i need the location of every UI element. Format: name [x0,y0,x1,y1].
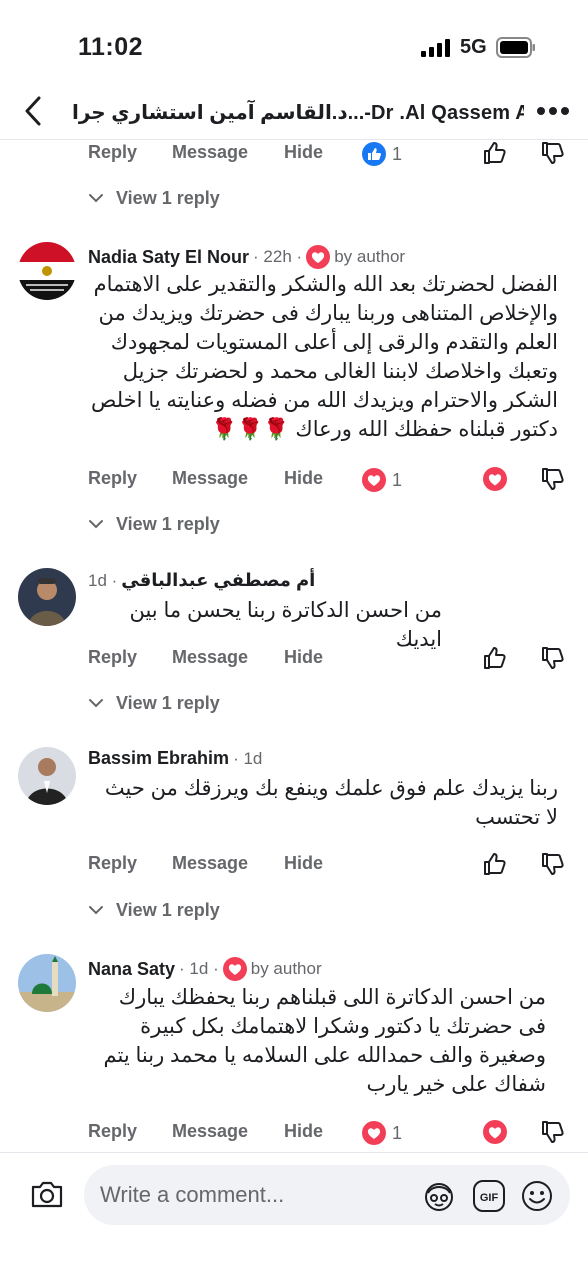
thumb-down-icon[interactable] [540,1119,566,1145]
comment-time: · 1d · [179,959,219,978]
comment-actions: Reply Message Hide 1 [0,460,588,500]
chevron-down-icon [89,906,103,915]
thumb-down-icon[interactable] [540,851,566,877]
comment-time: · 22h · [253,247,303,266]
view-replies-label: View 1 reply [116,187,220,208]
more-icon[interactable] [536,106,570,116]
message-button[interactable]: Message [172,1121,248,1142]
comment-meta: Bassim Ebrahim · 1d [88,748,262,769]
avatar[interactable] [18,747,76,805]
comment-meta: Nadia Saty El Nour · 22h · by author [88,245,405,269]
commenter-name[interactable]: Nadia Saty El Nour [88,247,249,268]
chevron-down-icon [89,520,103,529]
thumb-down-icon[interactable] [540,140,566,166]
commenter-name[interactable]: أم مصطفي عبدالباقي [121,570,315,591]
thumb-down-icon[interactable] [540,466,566,492]
comment-body: الفضل لحضرتك بعد الله والشكر والتقدير عل… [91,273,558,441]
commenter-name[interactable]: Nana Saty [88,959,175,980]
avatar[interactable] [18,242,76,300]
view-replies-link[interactable]: View 1 reply [88,183,220,213]
network-label: 5G [460,36,487,58]
hide-button[interactable]: Hide [284,853,323,874]
post-header: د.القاسم آمين استشاري جرا...-Dr .Al Qass… [0,84,588,140]
reaction-count: 1 [392,1122,403,1143]
hide-button[interactable]: Hide [284,647,323,668]
reply-button[interactable]: Reply [88,647,137,668]
comment-actions: Reply Message Hide [0,639,588,679]
thumb-up-icon[interactable] [482,140,508,166]
comment-meta: 1d · أم مصطفي عبدالباقي [88,570,315,591]
reaction-count: 1 [392,469,403,490]
comment-text: الفضل لحضرتك بعد الله والشكر والتقدير عل… [88,270,558,444]
love-icon [306,245,331,269]
status-bar: 11:02 5G [0,0,588,84]
rose-emoji: 🌹🌹🌹 [211,418,290,441]
author-tag: by author [334,247,406,266]
battery-icon [496,37,535,58]
view-replies-link[interactable]: View 1 reply [88,688,220,718]
view-replies-label: View 1 reply [116,513,220,534]
page-title: د.القاسم آمين استشاري جرا...-Dr .Al Qass… [72,102,524,124]
reaction-summary[interactable]: 1 [362,468,402,492]
status-time: 11:02 [78,33,144,61]
back-icon[interactable] [20,94,48,128]
svg-text:GIF: GIF [480,1192,499,1204]
reaction-summary[interactable]: 1 [362,1121,402,1145]
love-icon[interactable] [482,466,508,492]
comment-actions: Reply Message Hide 1 [0,134,588,174]
thumb-up-icon[interactable] [482,851,508,877]
hide-button[interactable]: Hide [284,1121,323,1142]
love-icon [222,957,247,981]
hide-button[interactable]: Hide [284,142,323,163]
camera-icon[interactable] [30,1179,64,1209]
comment-body: من احسن الدكاترة اللى قبلناهم ربنا يحفظك… [103,986,547,1096]
avatar-egypt-flag-image [18,242,76,300]
message-button[interactable]: Message [172,468,248,489]
reaction-summary[interactable]: 1 [362,142,402,166]
comment-body: ربنا يزيدك علم فوق علمك وينفع بك ويرزقك … [104,777,558,829]
love-icon [362,468,386,492]
avatar-sticker-icon[interactable] [422,1179,456,1213]
avatar-mosque-image [18,954,76,1012]
comment-time: 1d · [88,570,118,590]
signal-icon [421,39,450,57]
message-button[interactable]: Message [172,647,248,668]
love-icon[interactable] [482,1119,508,1145]
view-replies-link[interactable]: View 1 reply [88,509,220,539]
avatar[interactable] [18,954,76,1012]
comment-time: · 1d [233,748,263,768]
view-replies-label: View 1 reply [116,899,220,920]
comment-text: ربنا يزيدك علم فوق علمك وينفع بك ويرزقك … [88,774,558,832]
comment-composer: GIF [0,1152,588,1280]
view-replies-link[interactable]: View 1 reply [88,895,220,925]
reply-button[interactable]: Reply [88,1121,137,1142]
message-button[interactable]: Message [172,142,248,163]
thumb-down-icon[interactable] [540,645,566,671]
emoji-icon[interactable] [520,1179,554,1213]
chevron-down-icon [89,194,103,203]
commenter-name[interactable]: Bassim Ebrahim [88,748,229,769]
reply-button[interactable]: Reply [88,142,137,163]
reaction-count: 1 [392,143,403,164]
author-tag: by author [250,959,322,978]
like-icon [362,142,386,166]
comment-actions: Reply Message Hide 1 [0,1113,588,1153]
hide-button[interactable]: Hide [284,468,323,489]
gif-icon[interactable]: GIF [472,1179,506,1213]
comment-actions: Reply Message Hide [0,845,588,885]
comment-input-box[interactable]: GIF [84,1165,570,1225]
reply-button[interactable]: Reply [88,468,137,489]
love-icon [362,1121,386,1145]
comment-meta: Nana Saty · 1d · by author [88,957,322,981]
avatar[interactable] [18,568,76,626]
avatar-photo [18,747,76,805]
reply-button[interactable]: Reply [88,853,137,874]
thumb-up-icon[interactable] [482,645,508,671]
avatar-photo [18,568,76,626]
comment-text: من احسن الدكاترة اللى قبلناهم ربنا يحفظك… [88,983,547,1099]
chevron-down-icon [89,699,103,708]
message-button[interactable]: Message [172,853,248,874]
view-replies-label: View 1 reply [116,692,220,713]
comment-input[interactable] [100,1179,420,1211]
